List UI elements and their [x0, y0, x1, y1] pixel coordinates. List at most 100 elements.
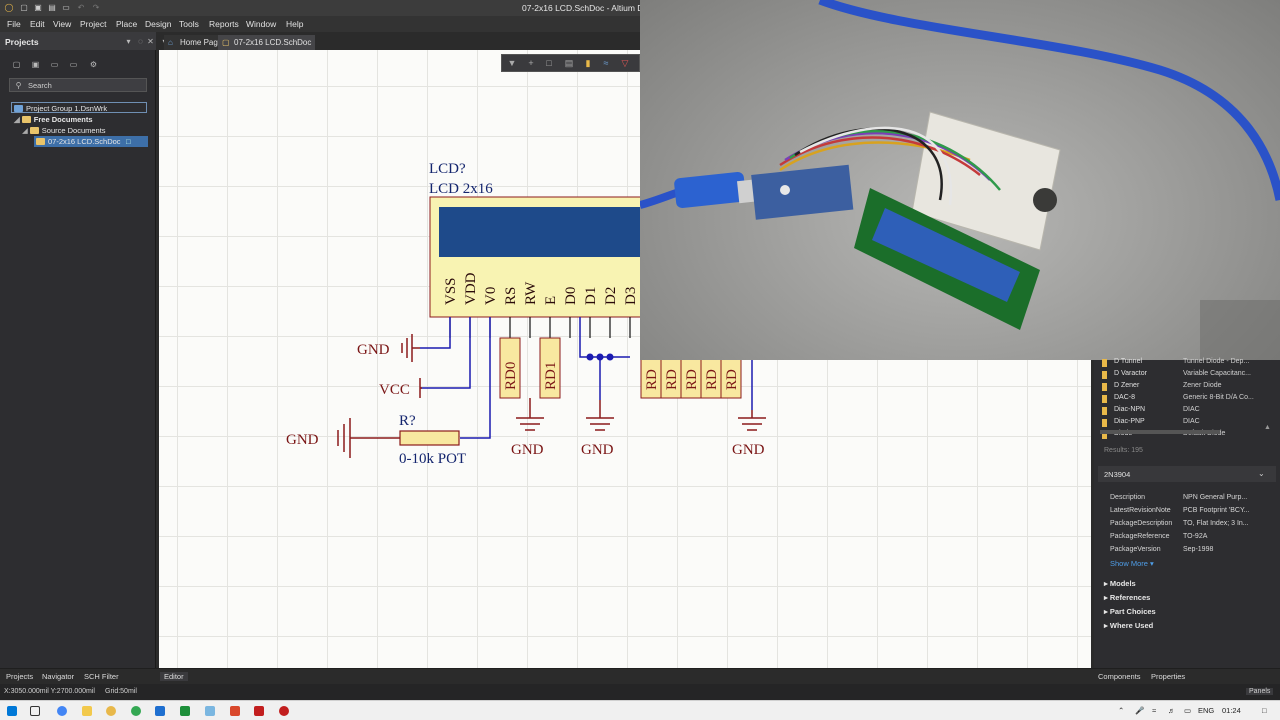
- tree-item-project-group[interactable]: Project Group 1.DsnWrk: [11, 102, 147, 113]
- menu-design[interactable]: Design: [145, 19, 171, 29]
- photo-drawing: [640, 0, 1280, 360]
- scroll-up-icon[interactable]: ▲: [1264, 424, 1271, 431]
- tab-schdoc[interactable]: ▢ 07-2x16 LCD.SchDoc: [218, 35, 316, 50]
- wire-icon[interactable]: ≈: [601, 58, 611, 68]
- folder-open-icon[interactable]: ▭: [69, 60, 78, 69]
- bottom-tab-navigator[interactable]: Navigator: [42, 672, 74, 681]
- menu-edit[interactable]: Edit: [30, 19, 45, 29]
- save-icon[interactable]: ▢: [19, 3, 29, 13]
- tab-home-page[interactable]: ⌂ Home Page: [164, 35, 227, 50]
- bottom-tab-projects[interactable]: Projects: [6, 672, 33, 681]
- word-icon[interactable]: [155, 706, 165, 716]
- folder-icon[interactable]: ▭: [50, 60, 59, 69]
- volume-icon[interactable]: ♬: [1168, 706, 1176, 715]
- redo-icon[interactable]: ↷: [91, 3, 101, 13]
- section-part-choices[interactable]: ▸ Part Choices: [1104, 607, 1156, 616]
- component-row-desc: Tunnel Diode - Dep...: [1183, 358, 1250, 365]
- battery-icon[interactable]: ▭: [1184, 706, 1191, 715]
- menu-window[interactable]: Window: [246, 19, 276, 29]
- pot-designator: R?: [399, 413, 416, 429]
- section-where-used[interactable]: ▸ Where Used: [1104, 621, 1153, 630]
- horizontal-scrollbar[interactable]: [1100, 430, 1220, 434]
- notepad-icon[interactable]: [205, 706, 215, 716]
- resistor-group-left[interactable]: RD0 RD1: [499, 337, 561, 399]
- component-header[interactable]: 2N3904 ⌄: [1098, 466, 1276, 482]
- tree-item-schdoc[interactable]: 07-2x16 LCD.SchDoc □: [34, 136, 148, 147]
- tree-item-free-documents[interactable]: ◢ Free Documents: [14, 114, 93, 125]
- breadboard-photo: [640, 0, 1280, 360]
- undo-icon[interactable]: ↶: [76, 3, 86, 13]
- pot-body[interactable]: [399, 430, 460, 446]
- gnd-label-rd0: GND: [511, 442, 544, 458]
- menu-help[interactable]: Help: [286, 19, 303, 29]
- tab-label: Home Page: [180, 38, 223, 47]
- junction-dots: [586, 353, 614, 361]
- menu-reports[interactable]: Reports: [209, 19, 239, 29]
- property-value: PCB Footprint 'BCY...: [1183, 507, 1250, 514]
- power-port-icon[interactable]: ▽: [620, 58, 630, 68]
- task-view-icon[interactable]: [30, 706, 40, 716]
- menu-place[interactable]: Place: [116, 19, 137, 29]
- lcd-pin-label: D1: [583, 287, 599, 305]
- dropdown-icon[interactable]: ▾: [124, 37, 133, 46]
- wifi-icon[interactable]: ≈: [1152, 706, 1156, 715]
- bottom-tab-sch-filter[interactable]: SCH Filter: [84, 672, 119, 681]
- component-row-desc: DIAC: [1183, 406, 1200, 413]
- search-input[interactable]: ⚲ Search: [9, 78, 147, 92]
- bottom-tab-editor[interactable]: Editor: [160, 672, 188, 681]
- windows-start-icon[interactable]: [7, 706, 17, 716]
- excel-icon[interactable]: [180, 706, 190, 716]
- projects-panel-header: Projects ▾ ◌ ✕: [0, 32, 156, 50]
- gear-icon[interactable]: ⚙: [89, 60, 98, 69]
- tray-chevron-icon[interactable]: ⌃: [1118, 706, 1124, 715]
- cursor-coordinates: X:3050.000mil Y:2700.000mil: [4, 688, 95, 695]
- altium-icon[interactable]: [106, 706, 116, 716]
- expand-icon[interactable]: ◢: [14, 115, 20, 124]
- tree-item-source-documents[interactable]: ◢ Source Documents: [22, 125, 106, 136]
- bottom-tab-components[interactable]: Components: [1098, 672, 1141, 681]
- menu-file[interactable]: File: [7, 19, 21, 29]
- clock[interactable]: 01:24: [1222, 706, 1241, 715]
- open-icon[interactable]: ▤: [47, 3, 57, 13]
- filter-icon[interactable]: ▼: [507, 58, 517, 68]
- chrome-icon[interactable]: [57, 706, 67, 716]
- open-folder-icon[interactable]: ▭: [61, 3, 71, 13]
- section-label: Part Choices: [1109, 607, 1156, 616]
- save-all-icon[interactable]: ▣: [33, 3, 43, 13]
- close-icon[interactable]: ✕: [146, 37, 155, 46]
- notifications-icon[interactable]: □: [1262, 706, 1267, 715]
- select-rect-icon[interactable]: □: [544, 58, 554, 68]
- chevron-down-icon[interactable]: ⌄: [1258, 469, 1265, 478]
- expand-icon[interactable]: ◢: [22, 126, 28, 135]
- align-icon[interactable]: ▤: [564, 58, 574, 68]
- resistor-label: RD1: [543, 362, 559, 390]
- section-models[interactable]: ▸ Models: [1104, 579, 1136, 588]
- section-label: Models: [1109, 579, 1136, 588]
- powerpoint-icon[interactable]: [230, 706, 240, 716]
- section-references[interactable]: ▸ References: [1104, 593, 1150, 602]
- property-value: NPN General Purp...: [1183, 494, 1248, 501]
- save-project-icon[interactable]: ▢: [12, 60, 21, 69]
- panels-button[interactable]: Panels: [1246, 688, 1274, 695]
- move-icon[interactable]: +: [526, 58, 536, 68]
- bottom-tab-properties[interactable]: Properties: [1151, 672, 1185, 681]
- lcd-screen: [439, 207, 645, 257]
- copy-icon[interactable]: ▣: [31, 60, 40, 69]
- chrome-profile-icon[interactable]: [131, 706, 141, 716]
- resistor-label: RD: [644, 369, 660, 390]
- show-more-link[interactable]: Show More ▾: [1110, 559, 1154, 568]
- menu-tools[interactable]: Tools: [179, 19, 199, 29]
- active-bar-toolbar: ▼ + □ ▤ ▮ ≈ ▽: [501, 54, 640, 72]
- menu-view[interactable]: View: [53, 19, 71, 29]
- component-name: 2N3904: [1104, 470, 1131, 479]
- menu-project[interactable]: Project: [80, 19, 106, 29]
- component-icon[interactable]: ▮: [583, 58, 593, 68]
- lcd-pin-stubs: [449, 317, 631, 338]
- microphone-icon[interactable]: 🎤: [1135, 706, 1144, 715]
- pin-icon[interactable]: ◌: [136, 37, 145, 46]
- property-key: LatestRevisionNote: [1110, 507, 1171, 514]
- language-indicator[interactable]: ENG: [1198, 706, 1214, 715]
- file-explorer-icon[interactable]: [82, 706, 92, 716]
- recorder-icon[interactable]: [279, 706, 289, 716]
- pdf-icon[interactable]: [254, 706, 264, 716]
